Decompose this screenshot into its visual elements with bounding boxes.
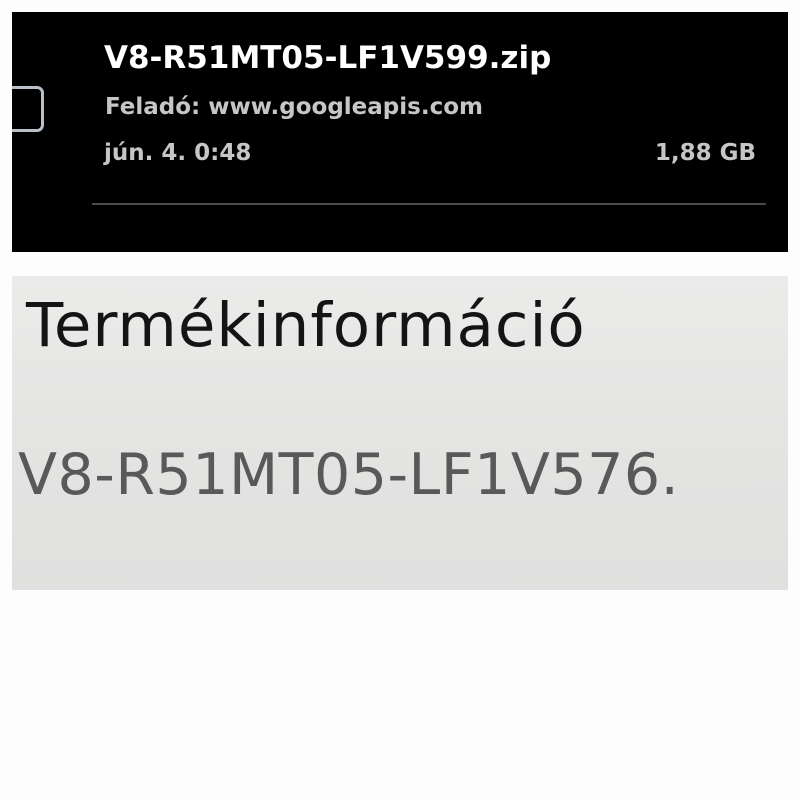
product-info-panel: Termékinformáció V8-R51MT05-LF1V576. bbox=[12, 276, 788, 590]
file-size: 1,88 GB bbox=[654, 140, 756, 166]
file-source: Feladó: www.googleapis.com bbox=[105, 94, 483, 120]
divider bbox=[92, 203, 766, 205]
file-date: jún. 4. 0:48 bbox=[104, 140, 252, 166]
product-code: V8-R51MT05-LF1V576. bbox=[18, 442, 680, 508]
checkbox-icon[interactable] bbox=[12, 86, 44, 132]
product-info-heading: Termékinformáció bbox=[26, 290, 586, 361]
download-item[interactable]: V8-R51MT05-LF1V599.zip Feladó: www.googl… bbox=[12, 12, 788, 252]
file-name[interactable]: V8-R51MT05-LF1V599.zip bbox=[104, 40, 551, 76]
